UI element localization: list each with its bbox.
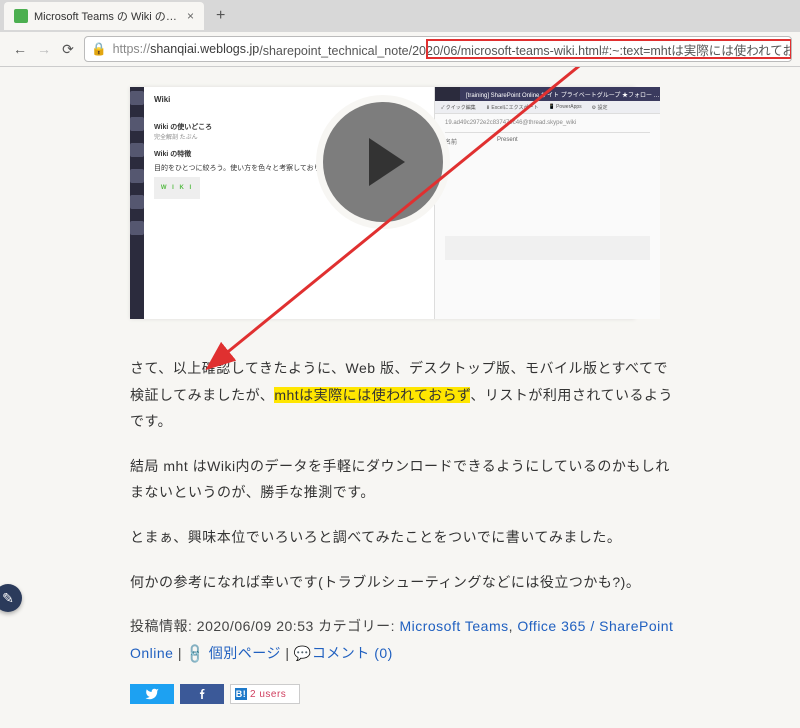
article-meta: 投稿情報: 2020/06/09 20:53 カテゴリー: Microsoft … [130,613,676,666]
permalink-icon: 🔗 [180,637,211,668]
facebook-share-button[interactable] [180,684,224,704]
meta-cat-teams[interactable]: Microsoft Teams [399,618,508,634]
article-body: さて、以上確認してきたように、Web 版、デスクトップ版、モバイル版とすべてで検… [130,355,676,704]
sp-tool-edit: ✓ クイック編集 [441,104,476,111]
article-p4: 何かの参考になれば幸いです(トラブルシューティングなどには役立つかも?)。 [130,569,676,596]
sp-titlebar: [training] SharePoint Online サイト プライベートグ… [435,87,660,101]
sp-body: 19.ad49c2972e2c837470c46@thread.skype_wi… [435,114,660,266]
article-p3: とまぁ、興味本位でいろいろと調べてみたことをついでに書いてみました。 [130,524,676,551]
close-icon[interactable]: × [187,9,194,23]
url-host: shanqiai.weblogs.jp [150,42,259,56]
url-protocol: https:// [113,42,151,56]
meta-permalink[interactable]: 個別ページ [209,645,281,661]
sp-col-present: Present [497,137,518,146]
twitter-icon [144,687,160,701]
tab-favicon [14,9,28,23]
article-highlight: mhtは実際には使われておらず [274,387,470,403]
meta-prefix: 投稿情報: 2020/06/09 20:53 カテゴリー: [130,618,399,634]
address-bar[interactable]: 🔒 https://shanqiai.weblogs.jp/sharepoint… [84,36,792,62]
comment-icon: 💬 [294,645,312,661]
nav-refresh-button[interactable]: ⟳ [56,41,80,58]
sp-tool-settings: ⚙ 設定 [592,104,608,111]
sp-title: [training] SharePoint Online サイト プライベートグ… [466,90,660,99]
nav-row: ← → ⟳ 🔒 https://shanqiai.weblogs.jp/shar… [0,32,800,66]
sharepoint-pane: [training] SharePoint Online サイト プライベートグ… [434,87,660,319]
hatena-icon: B! [235,688,247,700]
video-thumbnail[interactable]: Wiki Wiki の使いどころ 完全解剖 たぶん Wiki の特徴 目的をひと… [130,87,635,319]
sp-logo [435,87,460,101]
twitter-share-button[interactable] [130,684,174,704]
teams-rail [130,87,144,319]
sp-tool-export: ⬇ Excelにエクスポート [486,104,539,111]
nav-forward-button[interactable]: → [32,41,56,57]
meta-sep1: , [509,618,518,634]
tab-title: Microsoft Teams の Wiki の使いど [34,8,179,24]
page-content: Wiki Wiki の使いどころ 完全解剖 たぶん Wiki の特徴 目的をひと… [0,67,800,728]
play-button[interactable] [323,102,443,222]
social-row: B! 2 users [130,684,676,704]
hatena-bookmark-button[interactable]: B! 2 users [230,684,300,704]
sp-toolbar: ✓ クイック編集 ⬇ Excelにエクスポート 📱 PowerApps ⚙ 設定 [435,101,660,114]
sp-list-url: 19.ad49c2972e2c837470c46@thread.skype_wi… [445,120,650,126]
facebook-icon [197,687,207,701]
play-icon [369,138,405,186]
article-p1: さて、以上確認してきたように、Web 版、デスクトップ版、モバイル版とすべてで検… [130,355,676,435]
lock-icon: 🔒 [91,42,107,57]
tab-strip: Microsoft Teams の Wiki の使いど × + [0,0,800,32]
meta-sep3: | [281,645,294,661]
article-p2: 結局 mht はWiki内のデータを手軽にダウンロードできるようにしているのかも… [130,453,676,506]
meta-comments[interactable]: コメント (0) [312,645,393,661]
nav-back-button[interactable]: ← [8,41,32,57]
browser-tab[interactable]: Microsoft Teams の Wiki の使いど × [4,2,204,30]
wiki-tiles: W I K I [154,177,200,199]
new-tab-button[interactable]: + [210,7,231,25]
browser-chrome: Microsoft Teams の Wiki の使いど × + ← → ⟳ 🔒 … [0,0,800,67]
sp-tool-powerapps: 📱 PowerApps [548,104,581,110]
url-path: /sharepoint_technical_note/2020/06/micro… [259,40,792,59]
hatena-users: 2 users [250,685,286,704]
play-overlay[interactable] [316,95,450,229]
